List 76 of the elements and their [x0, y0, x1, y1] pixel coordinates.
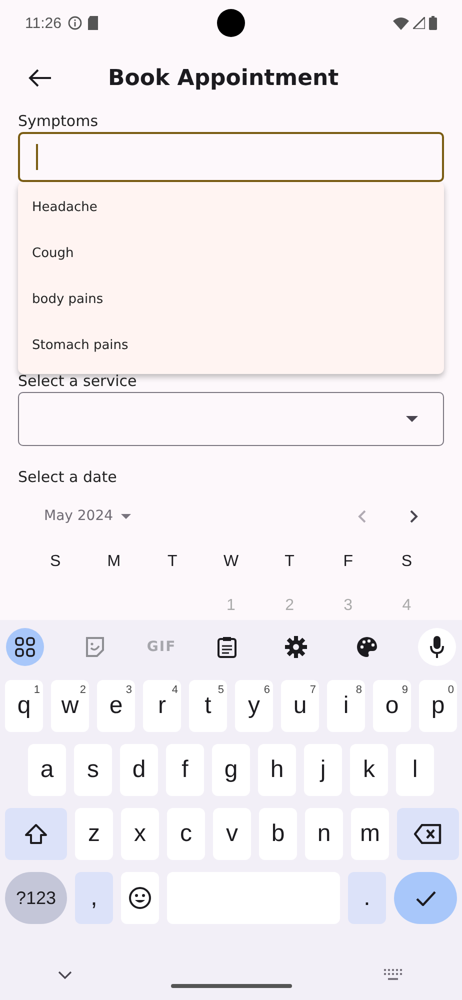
palette-icon[interactable]	[356, 636, 378, 658]
letter-key[interactable]: s	[74, 744, 112, 796]
grid-icon	[15, 637, 35, 657]
settings-icon[interactable]	[285, 636, 308, 658]
letter-key[interactable]: e $^{3}$	[97, 680, 135, 732]
symptoms-field[interactable]	[18, 132, 444, 182]
camera-cutout	[217, 9, 245, 37]
punctuation-key[interactable]: ,	[75, 872, 113, 924]
suggestion-item[interactable]: Stomach pains	[18, 324, 142, 370]
field-label: Select a service	[18, 371, 138, 392]
letter-key[interactable]: l	[396, 744, 434, 796]
sd-card-icon	[87, 16, 100, 30]
info-icon	[68, 16, 82, 30]
letter-key[interactable]: d	[120, 744, 158, 796]
microphone-icon	[430, 636, 444, 658]
letter-key[interactable]: h	[258, 744, 296, 796]
apps-button[interactable]	[6, 628, 44, 666]
suggestion-item[interactable]: Cough	[18, 232, 88, 278]
letter-key[interactable]: q $^{1}$	[5, 680, 43, 732]
keyboard-icon[interactable]	[384, 969, 404, 981]
letter-key[interactable]: t $^{5}$	[189, 680, 227, 732]
weekday-label: S	[401, 553, 412, 571]
battery-icon	[429, 16, 437, 30]
letter-key[interactable]: u $^{7}$	[281, 680, 319, 732]
text-cursor	[36, 144, 38, 170]
sticker-icon[interactable]	[84, 636, 106, 658]
caret-icon	[121, 514, 132, 518]
next-month-icon[interactable]	[410, 510, 418, 522]
letter-key[interactable]: v	[213, 808, 251, 860]
hide-keyboard-icon[interactable]	[58, 971, 72, 979]
field-label: Symptoms	[18, 111, 100, 132]
clipboard-icon[interactable]	[216, 636, 237, 658]
letter-key[interactable]: w $^{2}$	[51, 680, 89, 732]
letter-key[interactable]: b	[259, 808, 297, 860]
shift-arrow-icon	[24, 823, 48, 845]
weekday-label: M	[107, 553, 121, 571]
suggestion-item[interactable]: Headache	[18, 186, 112, 232]
letter-key[interactable]: r $^{4}$	[143, 680, 181, 732]
letter-key[interactable]: m	[351, 808, 389, 860]
letter-key[interactable]: z	[75, 808, 113, 860]
weekday-label: W	[223, 553, 239, 571]
letter-key[interactable]: x	[121, 808, 159, 860]
back-arrow-icon[interactable]	[28, 69, 52, 87]
letter-key[interactable]: k	[350, 744, 388, 796]
status-time: 11:26	[25, 14, 62, 32]
wifi-icon	[393, 16, 409, 30]
signal-icon	[413, 17, 425, 29]
symbols-key[interactable]: ?123	[5, 872, 67, 924]
letter-key[interactable]: y $^{6}$	[235, 680, 273, 732]
suggestion-item[interactable]: body pains	[18, 278, 118, 324]
letter-key[interactable]: n	[305, 808, 343, 860]
letter-key[interactable]: a	[28, 744, 66, 796]
letter-key[interactable]: j	[304, 744, 342, 796]
service-dropdown[interactable]	[18, 392, 444, 446]
emoji-key[interactable]	[121, 872, 159, 924]
backspace-icon	[414, 824, 442, 844]
section-label: Select a date	[18, 467, 118, 488]
weekday-label: T	[168, 553, 178, 571]
dropdown-caret-icon	[406, 416, 418, 422]
weekday-label: S	[50, 553, 61, 571]
backspace-key[interactable]	[397, 808, 459, 860]
month-selector[interactable]: May 2024	[44, 508, 132, 524]
letter-key[interactable]: c	[167, 808, 205, 860]
punctuation-key[interactable]: .	[348, 872, 386, 924]
shift-key[interactable]	[5, 808, 67, 860]
letter-key[interactable]: o $^{9}$	[373, 680, 411, 732]
letter-key[interactable]: i $^{8}$	[327, 680, 365, 732]
weekday-label: T	[284, 553, 294, 571]
letter-key[interactable]: f	[166, 744, 204, 796]
microphone-button[interactable]	[418, 628, 456, 666]
smiley-icon	[128, 886, 152, 910]
page-title: Book Appointment	[108, 66, 339, 90]
checkmark-icon	[416, 890, 436, 906]
weekday-label: F	[343, 553, 354, 571]
letter-key[interactable]: p $^{0}$	[419, 680, 457, 732]
letter-key[interactable]: g	[212, 744, 250, 796]
